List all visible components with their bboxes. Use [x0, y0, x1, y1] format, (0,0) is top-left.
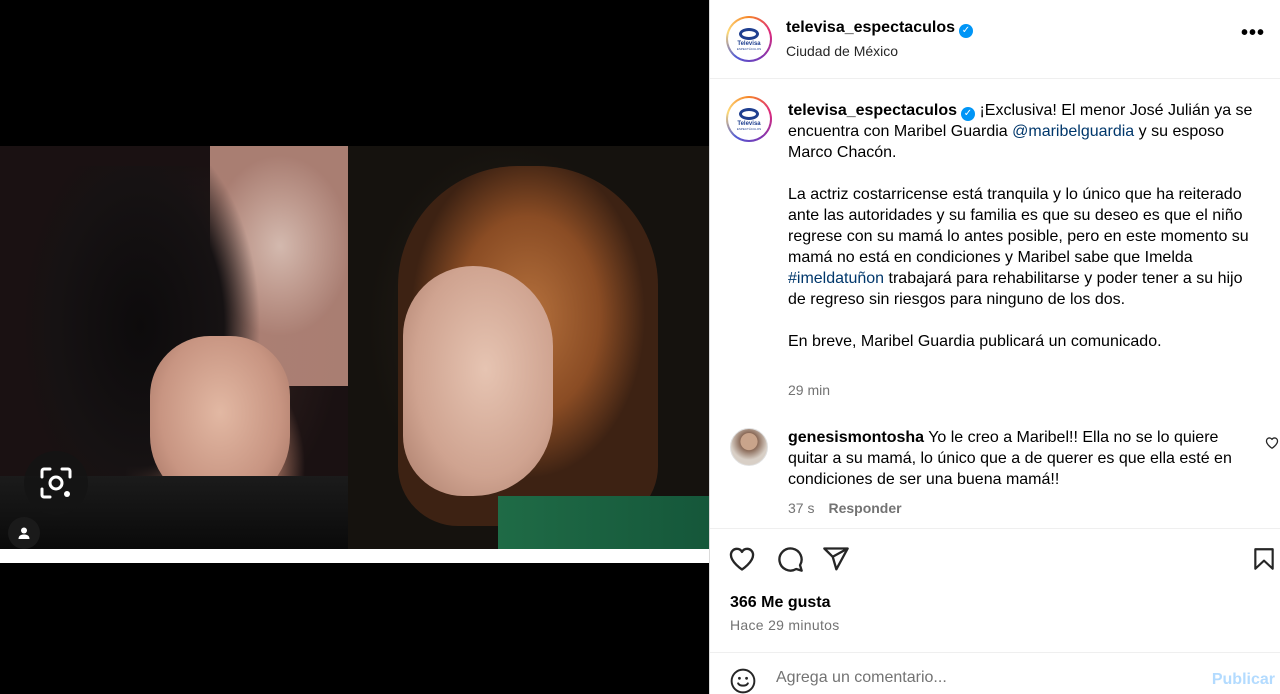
caption-timestamp: 29 min	[788, 382, 831, 398]
caption-author-avatar[interactable]: Televisa ESPECTÁCULOS	[726, 96, 772, 142]
comment-timestamp: 37 s	[788, 500, 815, 516]
comment-icon[interactable]	[776, 545, 804, 573]
commenter-username-link[interactable]: genesismontosha	[788, 429, 924, 446]
photo-right-half	[348, 146, 709, 549]
post-location-link[interactable]: Ciudad de México	[786, 43, 898, 59]
bookmark-icon[interactable]	[1251, 545, 1277, 573]
post-actions-bar	[710, 528, 1280, 594]
more-options-icon[interactable]: •••	[1241, 22, 1265, 45]
post-time-ago: Hace 29 minutos	[730, 617, 840, 633]
televisa-logo-icon	[739, 27, 759, 40]
heart-icon[interactable]	[728, 545, 756, 573]
tagged-users-button[interactable]	[8, 517, 40, 549]
televisa-logo-icon	[739, 107, 759, 120]
likes-count[interactable]: 366 Me gusta	[730, 594, 830, 612]
add-comment-bar: Publicar	[710, 652, 1280, 694]
comment-meta: 37 s Responder	[788, 500, 902, 516]
visual-search-button[interactable]	[24, 451, 88, 515]
post-header: Televisa ESPECTÁCULOS televisa_espectacu…	[710, 0, 1280, 79]
comment-body: genesismontosha Yo le creo a Maribel!! E…	[788, 429, 1232, 488]
post-image	[0, 146, 709, 549]
verified-badge-icon: ✓	[961, 107, 975, 121]
comments-section[interactable]: Televisa ESPECTÁCULOS televisa_espectacu…	[710, 80, 1280, 528]
post-caption: televisa_espectaculos ✓ ¡Exclusiva! El me…	[788, 100, 1258, 373]
commenter-avatar[interactable]	[730, 428, 768, 466]
user-tag-icon	[18, 527, 30, 539]
instagram-post-view: Televisa ESPECTÁCULOS televisa_espectacu…	[0, 0, 1280, 694]
publish-button[interactable]: Publicar	[1212, 671, 1275, 689]
post-media	[0, 0, 709, 694]
mention-link[interactable]: @maribelguardia	[1012, 123, 1134, 140]
author-username-link[interactable]: televisa_espectaculos	[786, 19, 955, 36]
comment-like-heart-icon[interactable]	[1265, 436, 1279, 450]
hashtag-link[interactable]: #imeldatuñon	[788, 270, 884, 287]
reply-button[interactable]: Responder	[828, 500, 901, 516]
share-icon[interactable]	[822, 545, 850, 573]
emoji-icon[interactable]	[730, 668, 756, 694]
post-side-panel: Televisa ESPECTÁCULOS televisa_espectacu…	[709, 0, 1280, 694]
caption-paragraph-3: En breve, Maribel Guardia publicará un c…	[788, 333, 1162, 350]
visual-search-icon	[40, 467, 72, 499]
verified-badge-icon: ✓	[959, 24, 973, 38]
author-avatar[interactable]: Televisa ESPECTÁCULOS	[726, 16, 772, 62]
caption-username-link[interactable]: televisa_espectaculos	[788, 102, 957, 119]
comment-input[interactable]	[776, 669, 1196, 687]
